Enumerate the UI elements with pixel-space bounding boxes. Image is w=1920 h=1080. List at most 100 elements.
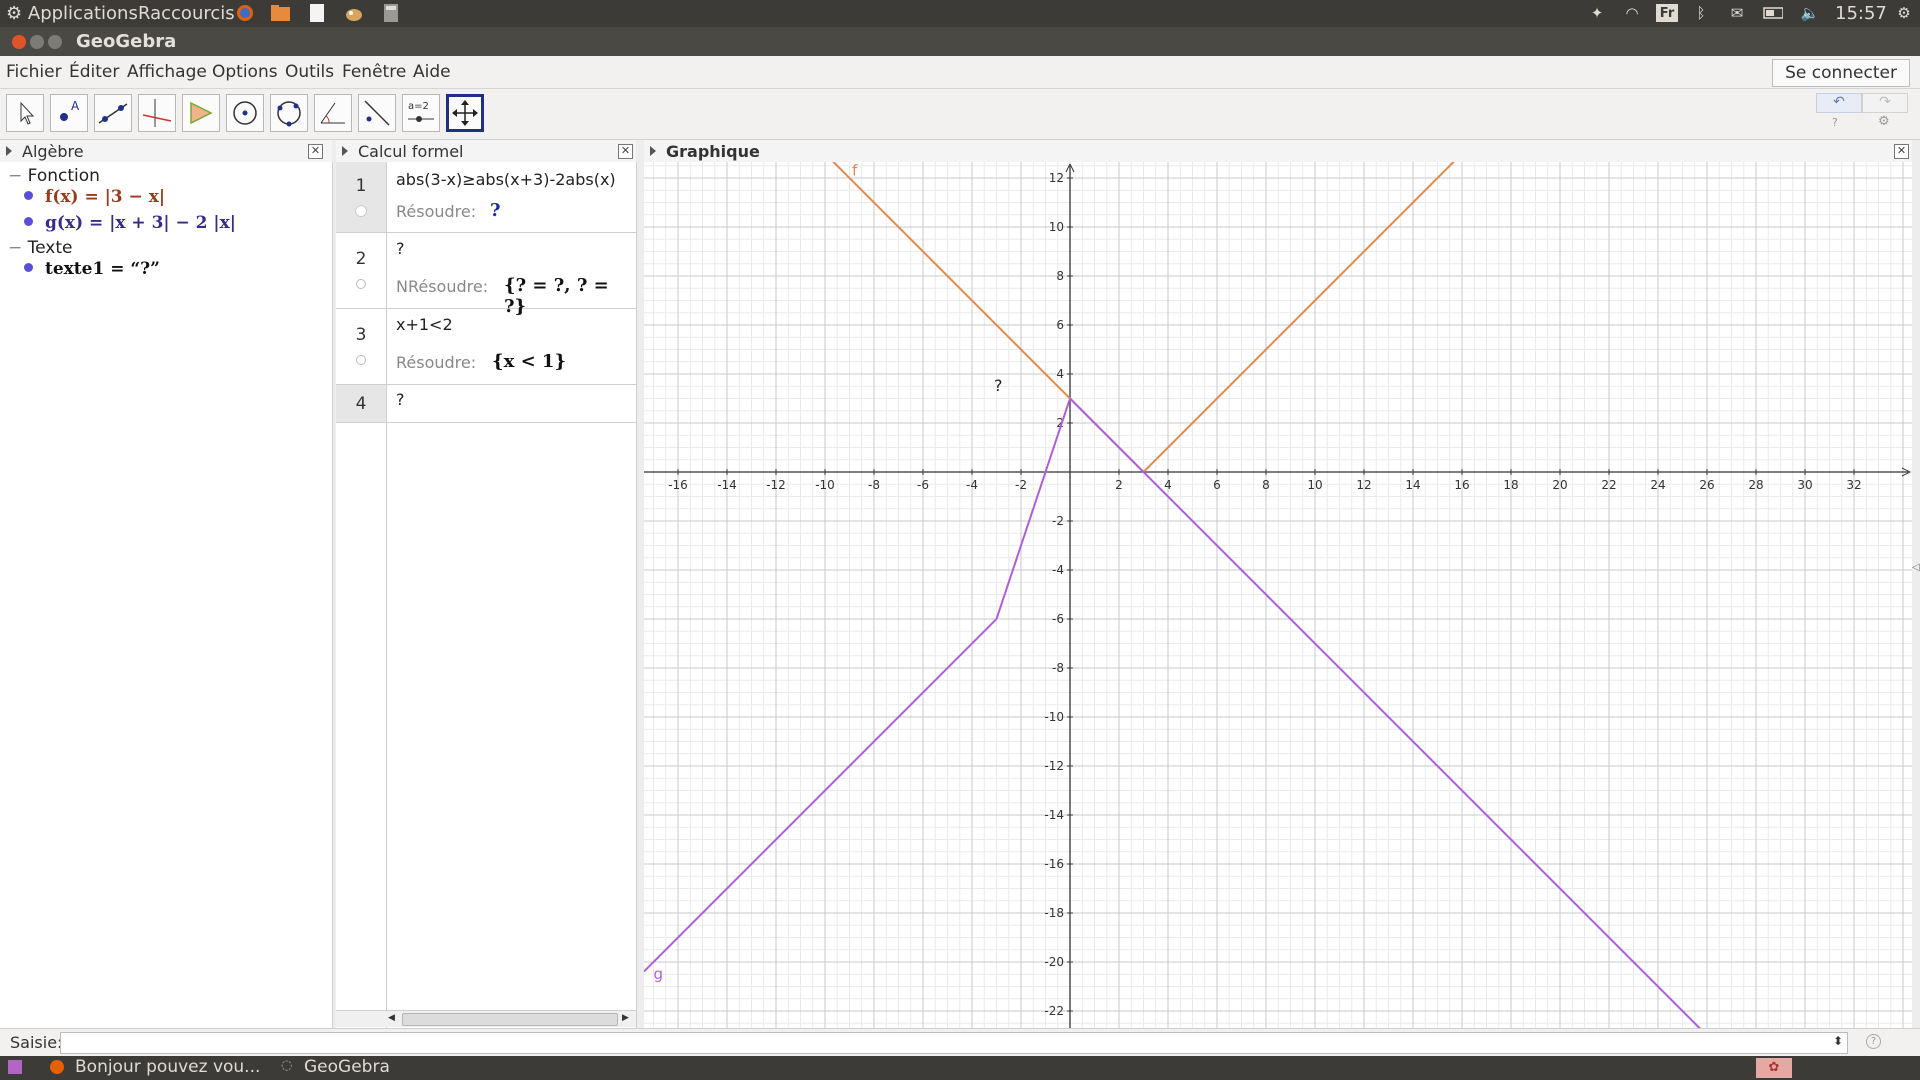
point-tool[interactable]: A	[50, 94, 88, 132]
volume-icon[interactable]: 🔈	[1800, 4, 1820, 22]
menu-options[interactable]: Options	[212, 62, 278, 82]
algebra-panel-header[interactable]: Algèbre ✕	[0, 140, 332, 163]
mail-icon[interactable]: ✉	[1727, 4, 1747, 22]
x-tick-label: -14	[717, 478, 737, 492]
cas-radio-icon[interactable]	[356, 206, 366, 216]
cas-row[interactable]: 1 abs(3-x)≥abs(x+3)-2abs(x) Résoudre: ?	[336, 162, 636, 233]
cas-radio-icon[interactable]	[356, 279, 366, 289]
bluetooth-icon[interactable]: ᛒ	[1691, 4, 1711, 22]
taskbar-item-firefox[interactable]: Bonjour pouvez vou...	[75, 1057, 260, 1077]
line-tool[interactable]	[94, 94, 132, 132]
category-texte[interactable]: − Texte	[8, 238, 73, 258]
scroll-left-icon[interactable]: ◀	[388, 1013, 398, 1024]
menu-outils[interactable]: Outils	[285, 62, 334, 82]
expand-triangle-icon[interactable]	[6, 146, 12, 156]
minimize-window-icon[interactable]	[30, 35, 44, 49]
function-g-curve[interactable]	[643, 397, 1749, 1077]
close-window-icon[interactable]	[12, 35, 26, 49]
algebra-title: Algèbre	[22, 142, 84, 161]
x-tick-label: -2	[1015, 478, 1027, 492]
scroll-right-icon[interactable]: ▶	[622, 1013, 632, 1024]
slider-tool[interactable]: a=2	[402, 94, 440, 132]
menu-affichage[interactable]: Affichage	[127, 62, 207, 82]
folder-icon[interactable]	[270, 4, 290, 22]
perpendicular-line-tool[interactable]	[138, 94, 176, 132]
scroll-thumb[interactable]	[402, 1013, 618, 1026]
keyboard-layout-indicator[interactable]: Fr	[1656, 4, 1678, 22]
polygon-tool[interactable]	[182, 94, 220, 132]
gimp-icon[interactable]	[344, 4, 364, 22]
graphics-view[interactable]: -16 -14 -12 -10 -8 -6 -4 -2 2 4 6 8 10 12 14 16 18 20 22 24…	[643, 112, 1912, 1077]
cas-row[interactable]: 3 x+1<2 Résoudre: {x < 1}	[336, 309, 636, 385]
x-tick-label: 28	[1748, 478, 1763, 492]
category-fonction[interactable]: − Fonction	[8, 166, 100, 186]
cas-radio-icon[interactable]	[356, 355, 366, 365]
menu-fenetre[interactable]: Fenêtre	[342, 62, 406, 82]
calculator-icon[interactable]	[381, 4, 401, 22]
applications-menu[interactable]: ⚙ Applications	[6, 3, 138, 24]
close-panel-icon[interactable]: ✕	[308, 144, 323, 159]
wifi-icon[interactable]: ◠	[1622, 4, 1642, 22]
geogebra-task-icon: ◌	[281, 1058, 293, 1073]
input-dropdown-icon[interactable]: ⬍	[1833, 1034, 1843, 1048]
graphics-panel-header[interactable]: Graphique ✕	[644, 140, 1912, 163]
menu-editer[interactable]: Éditer	[69, 62, 119, 82]
shortcuts-menu[interactable]: Raccourcis	[138, 3, 235, 24]
dropbox-icon[interactable]: ✦	[1587, 4, 1607, 22]
cas-input[interactable]: ?	[396, 239, 405, 258]
settings-gear-icon[interactable]: ⚙	[1878, 114, 1890, 129]
clock[interactable]: 15:57	[1835, 3, 1887, 24]
cas-input[interactable]: ?	[396, 390, 405, 409]
function-g-label[interactable]: g	[654, 965, 664, 983]
move-tool[interactable]	[6, 94, 44, 132]
y-tick-label: 4	[1056, 367, 1064, 381]
reflect-tool[interactable]	[358, 94, 396, 132]
undo-button[interactable]: ↶	[1816, 93, 1862, 113]
maximize-window-icon[interactable]	[48, 35, 62, 49]
document-icon[interactable]	[307, 4, 327, 22]
cas-row[interactable]: 4 ?	[336, 385, 636, 423]
algebra-item-f[interactable]: f(x) = |3 − x|	[24, 187, 165, 207]
help-icon[interactable]: ?	[1832, 116, 1838, 129]
cas-horizontal-scrollbar[interactable]: ◀ ▶	[336, 1010, 636, 1027]
x-tick-label: -12	[766, 478, 786, 492]
algebra-item-texte1[interactable]: texte1 = “?”	[24, 259, 160, 279]
trash-icon[interactable]: ✿	[1756, 1058, 1792, 1078]
function-f-label[interactable]: f	[852, 162, 858, 180]
circle-tool[interactable]	[226, 94, 264, 132]
redo-button[interactable]: ↷	[1862, 93, 1908, 113]
close-panel-icon[interactable]: ✕	[1894, 144, 1909, 159]
cas-input[interactable]: x+1<2	[396, 315, 453, 334]
move-graphics-view-tool[interactable]	[446, 94, 484, 132]
taskbar-item-geogebra[interactable]: GeoGebra	[304, 1057, 390, 1077]
text1-label[interactable]: ?	[994, 376, 1003, 395]
y-tick-label: -2	[1052, 514, 1064, 528]
toolbar: A a=2 ↶ ↷ ? ⚙	[0, 89, 1920, 140]
cas-input[interactable]: abs(3-x)≥abs(x+3)-2abs(x)	[396, 170, 616, 189]
firefox-icon[interactable]	[235, 4, 255, 22]
visibility-dot-icon[interactable]	[24, 191, 33, 200]
algebra-item-g[interactable]: g(x) = |x + 3| − 2 |x|	[24, 213, 236, 233]
expand-triangle-icon[interactable]	[342, 146, 348, 156]
expand-triangle-icon[interactable]	[650, 146, 656, 156]
cas-row[interactable]: 2 ? NRésoudre: {? = ?, ? = ?}	[336, 233, 636, 317]
applications-label: Applications	[27, 3, 138, 24]
battery-icon[interactable]	[1763, 4, 1783, 22]
input-field[interactable]: ⬍	[60, 1032, 1848, 1054]
circle-three-points-tool[interactable]	[270, 94, 308, 132]
menu-aide[interactable]: Aide	[413, 62, 451, 82]
visibility-dot-icon[interactable]	[24, 217, 33, 226]
connect-button[interactable]: Se connecter	[1772, 59, 1910, 87]
angle-tool[interactable]	[314, 94, 352, 132]
system-gear-icon[interactable]: ⚙	[1894, 4, 1914, 22]
close-panel-icon[interactable]: ✕	[618, 144, 633, 159]
cas-panel-header[interactable]: Calcul formel ✕	[336, 140, 636, 163]
cas-row-number: 1	[355, 176, 367, 196]
visibility-dot-icon[interactable]	[24, 263, 33, 272]
menu-fichier[interactable]: Fichier	[6, 62, 62, 82]
graph-canvas[interactable]: -16 -14 -12 -10 -8 -6 -4 -2 2 4 6 8 10 12 14 16 18 20 22 24…	[643, 112, 1912, 1077]
input-help-icon[interactable]: ?	[1866, 1034, 1881, 1049]
input-label: Saisie:	[10, 1033, 63, 1052]
side-panel-toggle-icon[interactable]: ◁	[1912, 562, 1920, 573]
show-desktop-icon[interactable]	[8, 1060, 22, 1074]
